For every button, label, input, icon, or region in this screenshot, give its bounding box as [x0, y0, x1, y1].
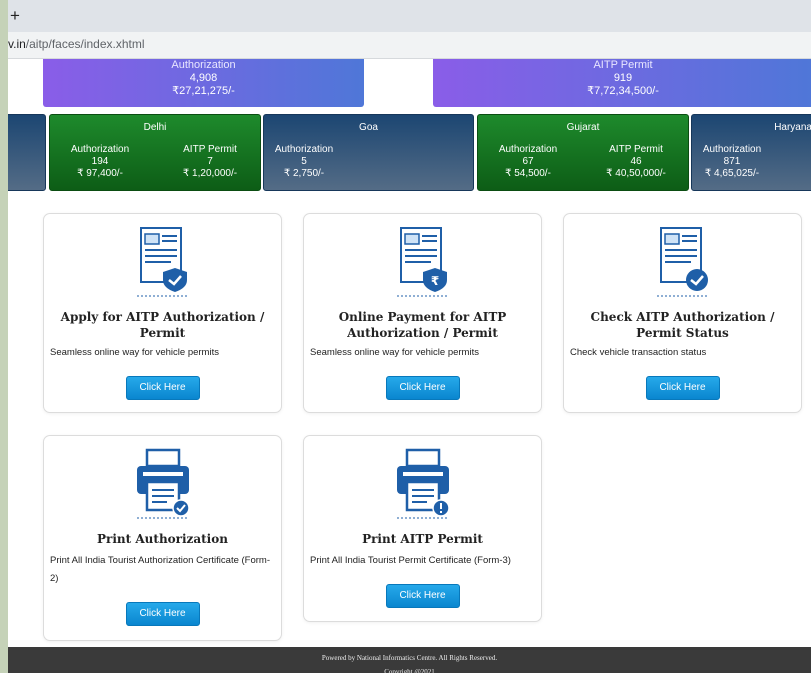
- service-description: Seamless online way for vehicle permits: [310, 347, 479, 358]
- summary-amount: ₹7,72,34,500/-: [587, 85, 659, 97]
- state-auth-amount: ₹ 4,65,025/-: [704, 168, 760, 179]
- state-permit-col: AITP Permit 7 ₹ 1,20,000/-: [160, 144, 260, 180]
- summary-count: 4,908: [189, 72, 218, 84]
- state-auth-amount: ₹ 2,750/-: [283, 168, 325, 179]
- url-text[interactable]: v.in/aitp/faces/index.xhtml: [8, 37, 145, 51]
- state-auth-count: 871: [723, 156, 741, 167]
- document-check-icon: [656, 227, 709, 297]
- print-authorization-click-here-button[interactable]: Click Here: [125, 602, 200, 626]
- state-auth-col: Authorization 871 ₹ 4,65,025/-: [692, 144, 772, 180]
- state-auth-amount: ₹ 54,500/-: [505, 168, 551, 179]
- state-auth-count: 194: [91, 156, 109, 167]
- state-name: Delhi: [143, 122, 167, 133]
- state-permit-amount: ₹ 40,50,000/-: [606, 168, 666, 179]
- service-card-status: Check AITP Authorization / Permit Status…: [563, 213, 802, 413]
- state-permit-count: 7: [207, 156, 213, 167]
- state-name: Haryana: [774, 122, 811, 133]
- page-content: Authorization 4,908 ₹27,21,275/- AITP Pe…: [8, 59, 811, 673]
- state-auth-col: Authorization 194 ₹ 97,400/-: [50, 144, 150, 180]
- state-card-haryana: Haryana Authorization 871 ₹ 4,65,025/-: [691, 114, 811, 191]
- service-card-apply: Apply for AITP Authorization / Permit Se…: [43, 213, 282, 413]
- state-auth-amount: ₹ 97,400/-: [77, 168, 123, 179]
- status-click-here-button[interactable]: Click Here: [645, 376, 720, 400]
- service-title: Online Payment for AITP Authorization / …: [338, 310, 507, 340]
- state-auth-label: Authorization: [70, 144, 130, 155]
- summary-label: AITP Permit: [593, 59, 653, 71]
- url-path: /aitp/faces/index.xhtml: [25, 37, 145, 51]
- state-auth-count: 5: [301, 156, 307, 167]
- state-name: Gujarat: [566, 122, 600, 133]
- service-card-print-authorization: Print Authorization Print All India Tour…: [43, 435, 282, 641]
- service-card-print-permit: Print AITP Permit Print All India Touris…: [303, 435, 542, 622]
- payment-click-here-button[interactable]: Click Here: [385, 376, 460, 400]
- service-description: Print All India Tourist Permit Certifica…: [310, 555, 511, 566]
- summary-count: 919: [613, 72, 633, 84]
- browser-window: + v.in/aitp/faces/index.xhtml Authorizat…: [8, 0, 811, 673]
- state-permit-amount: ₹ 1,20,000/-: [182, 168, 238, 179]
- state-permit-label: AITP Permit: [183, 144, 237, 155]
- tab-strip: +: [8, 0, 811, 32]
- state-name: Goa: [359, 122, 378, 133]
- summary-label: Authorization: [171, 59, 236, 71]
- print-permit-click-here-button[interactable]: Click Here: [385, 584, 460, 608]
- footer-powered-by: Powered by National Informatics Centre. …: [321, 654, 498, 662]
- address-bar[interactable]: v.in/aitp/faces/index.xhtml: [8, 32, 811, 59]
- state-auth-col: Authorization 5 ₹ 2,750/-: [264, 144, 344, 180]
- state-auth-label: Authorization: [702, 144, 762, 155]
- summary-card-permit: AITP Permit 919 ₹7,72,34,500/-: [433, 59, 811, 107]
- printer-check-icon: [136, 448, 190, 519]
- footer-copyright: Copyright @2021: [384, 668, 435, 673]
- document-rupee-icon: ₹: [396, 227, 449, 297]
- summary-amount: ₹27,21,275/-: [172, 85, 235, 97]
- state-auth-label: Authorization: [498, 144, 558, 155]
- state-auth-label: Authorization: [274, 144, 334, 155]
- document-shield-icon: [136, 227, 189, 297]
- service-description: Check vehicle transaction status: [570, 347, 707, 358]
- state-card-goa: Goa Authorization 5 ₹ 2,750/-: [263, 114, 474, 191]
- service-title: Apply for AITP Authorization / Permit: [60, 310, 265, 340]
- service-description: Seamless online way for vehicle permits: [50, 347, 219, 358]
- state-card-partial: [8, 114, 46, 191]
- service-title: Print Authorization: [97, 532, 228, 546]
- summary-card-authorization: Authorization 4,908 ₹27,21,275/-: [43, 59, 364, 107]
- state-card-delhi: Delhi Authorization 194 ₹ 97,400/- AITP …: [49, 114, 261, 191]
- url-host: v.in: [8, 37, 26, 51]
- state-permit-label: AITP Permit: [609, 144, 663, 155]
- state-auth-count: 67: [522, 156, 534, 167]
- state-card-gujarat: Gujarat Authorization 67 ₹ 54,500/- AITP…: [477, 114, 689, 191]
- new-tab-button[interactable]: +: [10, 6, 20, 26]
- printer-info-icon: [396, 448, 450, 519]
- state-permit-col: AITP Permit 46 ₹ 40,50,000/-: [584, 144, 688, 180]
- page-footer: Powered by National Informatics Centre. …: [8, 647, 811, 673]
- service-title: Check AITP Authorization / Permit Status: [590, 310, 775, 340]
- service-title: Print AITP Permit: [362, 532, 483, 546]
- svg-text:₹: ₹: [430, 274, 438, 288]
- state-permit-count: 46: [630, 156, 642, 167]
- state-auth-col: Authorization 67 ₹ 54,500/-: [478, 144, 578, 180]
- service-card-payment: ₹ Online Payment for AITP Authorization …: [303, 213, 542, 413]
- service-description: Print All India Tourist Authorization Ce…: [50, 555, 270, 584]
- apply-click-here-button[interactable]: Click Here: [125, 376, 200, 400]
